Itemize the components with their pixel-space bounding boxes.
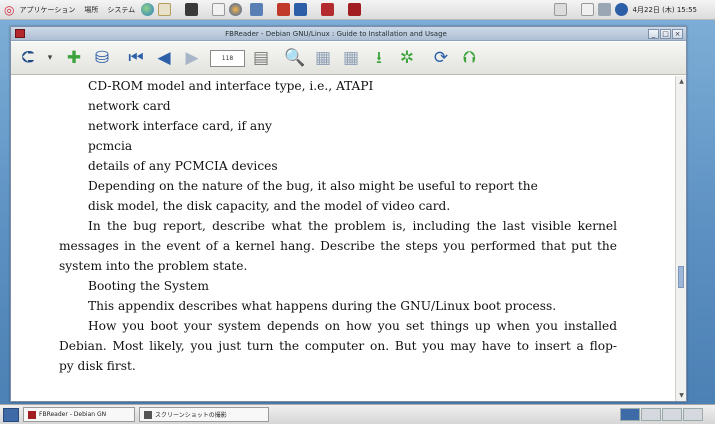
search-icon[interactable]: 🔍 xyxy=(283,46,307,70)
terminal-launcher-icon[interactable] xyxy=(185,3,199,16)
fbreader-task-icon xyxy=(28,410,36,419)
menu-system[interactable]: システム xyxy=(107,5,135,15)
find-previous-icon[interactable]: ▦ xyxy=(339,46,363,70)
monitor-launcher-icon[interactable] xyxy=(277,3,291,16)
open-book-icon[interactable]: ⮈ xyxy=(16,46,40,70)
page-number-input[interactable]: 118 xyxy=(210,49,245,67)
top-panel: ◎ アプリケーション 場所 システム 4月22日 (木) 15:55 xyxy=(0,0,715,20)
bottom-panel: FBReader - Debian GN スクリーンショットの撮影 xyxy=(0,404,715,424)
find-next-icon[interactable]: ▦ xyxy=(311,46,335,70)
text-line: messages in the event of a kernel hang. … xyxy=(59,239,617,253)
workspace-2[interactable] xyxy=(641,408,661,421)
clock[interactable]: 4月22日 (木) 15:55 xyxy=(633,5,697,15)
text-line: Debian. Most likely, you just turn the c… xyxy=(59,339,617,353)
vertical-scrollbar[interactable]: ▲ ▼ xyxy=(675,76,686,401)
workspace-3[interactable] xyxy=(662,408,682,421)
menu-places[interactable]: 場所 xyxy=(84,5,98,15)
download-icon[interactable]: ⭳ xyxy=(367,46,391,70)
book-launcher-icon[interactable] xyxy=(294,3,308,16)
toolbar: ⮈ ▾ ✚ ⛁ ⏮ ◀ ▶ 118 ▤ 🔍 ▦ ▦ ⭳ ✲ ⟳ ⮉ xyxy=(11,42,686,75)
mail-launcher-icon[interactable] xyxy=(158,3,172,16)
maximize-button[interactable]: □ xyxy=(660,28,671,39)
globe-launcher-icon[interactable] xyxy=(141,3,155,16)
close-button[interactable]: × xyxy=(672,28,683,39)
menu-applications[interactable]: アプリケーション xyxy=(19,5,75,15)
workspace-1[interactable] xyxy=(620,408,640,421)
info-icon[interactable] xyxy=(614,3,628,16)
scroll-down-icon[interactable]: ▼ xyxy=(677,391,686,400)
keyboard-indicator-icon[interactable] xyxy=(553,3,567,16)
text-line: In the bug report, describe what the pro… xyxy=(88,219,617,233)
text-line: Depending on the nature of the bug, it a… xyxy=(88,179,538,193)
task-button-screenshot[interactable]: スクリーンショットの撮影 xyxy=(139,407,269,422)
text-line: details of any PCMCIA devices xyxy=(88,159,278,173)
editor-launcher-icon[interactable] xyxy=(212,3,226,16)
fbreader-launcher-icon[interactable] xyxy=(348,3,362,16)
add-book-icon[interactable]: ✚ xyxy=(62,46,86,70)
workspace-switcher xyxy=(619,408,703,421)
open-book-dropdown-icon[interactable]: ▾ xyxy=(44,46,56,70)
book-text-area[interactable]: CD-ROM model and interface type, i.e., A… xyxy=(11,76,675,401)
go-back-icon[interactable]: ◀ xyxy=(152,46,176,70)
distro-logo-icon[interactable]: ◎ xyxy=(4,3,14,17)
camera-task-icon xyxy=(144,410,152,419)
text-line: This appendix describes what happens dur… xyxy=(88,299,557,313)
task-label: スクリーンショットの撮影 xyxy=(155,412,227,419)
task-label: FBReader - Debian GN xyxy=(39,411,107,418)
text-line: system into the problem state. xyxy=(59,259,248,273)
go-first-page-icon[interactable]: ⏮ xyxy=(124,46,148,70)
text-line: How you boot your system depends on how … xyxy=(88,319,617,333)
text-line: network card xyxy=(88,99,171,113)
workspace-4[interactable] xyxy=(683,408,703,421)
network-launcher-icon[interactable] xyxy=(250,3,264,16)
table-of-contents-icon[interactable]: ▤ xyxy=(249,46,273,70)
text-line: CD-ROM model and interface type, i.e., A… xyxy=(88,79,374,93)
text-line: Booting the System xyxy=(88,279,209,293)
minimize-button[interactable]: _ xyxy=(648,28,659,39)
window-title: FBReader - Debian GNU/Linux : Guide to I… xyxy=(225,29,447,38)
settings-icon[interactable]: ✲ xyxy=(395,46,419,70)
screenshot-launcher-icon[interactable] xyxy=(321,3,335,16)
browser-launcher-icon[interactable] xyxy=(229,3,243,16)
library-icon[interactable]: ⛁ xyxy=(90,46,114,70)
go-forward-icon[interactable]: ▶ xyxy=(180,46,204,70)
window-titlebar[interactable]: FBReader - Debian GNU/Linux : Guide to I… xyxy=(11,27,686,41)
text-line: disk model, the disk capacity, and the m… xyxy=(88,199,451,213)
network-status-icon[interactable] xyxy=(597,3,611,16)
text-line: network interface card, if any xyxy=(88,119,272,133)
scroll-up-icon[interactable]: ▲ xyxy=(677,77,686,86)
text-line: pcmcia xyxy=(88,139,133,153)
book-info-icon[interactable]: ⮉ xyxy=(457,46,481,70)
window-app-icon[interactable] xyxy=(15,29,25,38)
show-desktop-icon[interactable] xyxy=(3,407,19,422)
input-method-icon[interactable] xyxy=(580,3,594,16)
fbreader-window: FBReader - Debian GNU/Linux : Guide to I… xyxy=(10,26,687,402)
scrollbar-thumb[interactable] xyxy=(678,266,684,288)
text-line: py disk first. xyxy=(59,359,136,373)
task-button-fbreader[interactable]: FBReader - Debian GN xyxy=(23,407,135,422)
rotate-screen-icon[interactable]: ⟳ xyxy=(429,46,453,70)
